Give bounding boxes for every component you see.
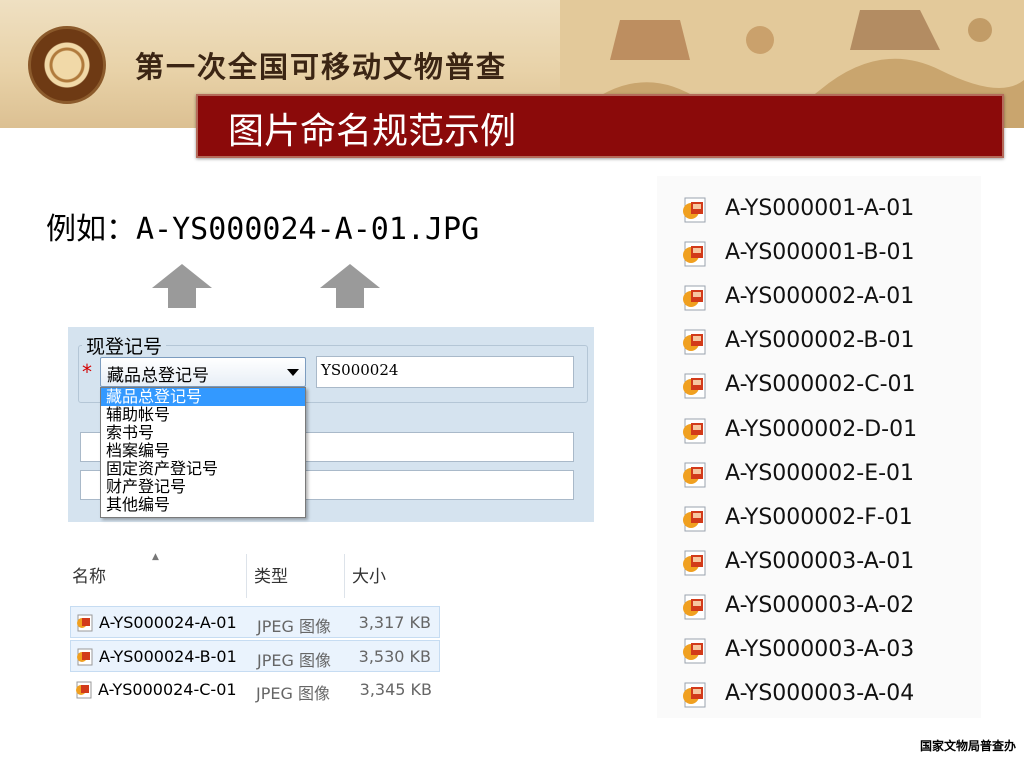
slide-title: 图片命名规范示例 (228, 111, 517, 152)
file-name: A-YS000001-B-01 (725, 240, 915, 266)
list-item[interactable]: A-YS000002-D-01 (681, 413, 977, 447)
footer-org: 国家文物局普查办 (919, 739, 1016, 753)
table-row[interactable]: A-YS000024-A-01 JPEG 图像 3,317 KB (70, 606, 440, 638)
list-item[interactable]: A-YS000003-A-04 (681, 677, 977, 711)
list-item[interactable]: A-YS000002-C-01 (681, 368, 977, 402)
image-file-icon (77, 648, 93, 666)
table-row[interactable]: A-YS000024-B-01 JPEG 图像 3,530 KB (70, 640, 440, 672)
file-name: A-YS000002-B-01 (725, 328, 915, 354)
file-name: A-YS000024-C-01 (98, 680, 237, 699)
list-item[interactable]: A-YS000001-A-01 (681, 192, 977, 226)
naming-example: 例如：A-YS000024-A-01.JPG (46, 212, 480, 247)
file-name: A-YS000002-D-01 (725, 416, 918, 442)
image-file-icon (683, 638, 706, 664)
file-name: A-YS000002-A-01 (725, 284, 915, 310)
up-arrow-icon (320, 264, 380, 308)
list-item[interactable]: A-YS000003-A-01 (681, 545, 977, 579)
file-details-table: ▲ 名称 类型 大小 A-YS000024-A-01 JPEG 图像 3,317… (68, 552, 440, 708)
registration-type-dropdown: 藏品总登记号 辅助帐号 索书号 档案编号 固定资产登记号 财产登记号 其他编号 (100, 387, 306, 518)
file-name: A-YS000002-C-01 (725, 372, 916, 398)
table-row[interactable]: A-YS000024-C-01 JPEG 图像 3,345 KB (70, 674, 440, 706)
list-item[interactable]: A-YS000002-F-01 (681, 501, 977, 535)
dropdown-option[interactable]: 辅助帐号 (101, 406, 305, 424)
file-name: A-YS000003-A-04 (725, 681, 915, 707)
image-file-icon (683, 241, 706, 267)
image-file-icon (683, 682, 706, 708)
file-type: JPEG 图像 (256, 684, 330, 703)
file-name: A-YS000003-A-03 (725, 637, 915, 662)
required-mark: * (82, 360, 92, 384)
dropdown-option[interactable]: 固定资产登记号 (101, 460, 305, 478)
registration-group-label: 现登记号 (82, 332, 167, 359)
heritage-seal-icon (28, 26, 106, 104)
file-name: A-YS000001-A-01 (725, 196, 915, 221)
up-arrow-icon (152, 264, 212, 308)
list-item[interactable]: A-YS000002-B-01 (681, 324, 977, 358)
image-file-icon (683, 285, 706, 311)
column-header-name[interactable]: 名称 (72, 562, 106, 587)
column-divider[interactable] (344, 554, 345, 598)
file-size: 3,317 KB (358, 613, 431, 632)
banner-title: 第一次全国可移动文物普查 (135, 50, 508, 84)
column-divider[interactable] (246, 554, 247, 598)
image-file-icon (683, 550, 706, 576)
file-name: A-YS000003-A-01 (725, 548, 915, 574)
list-item[interactable]: A-YS000001-B-01 (681, 236, 977, 270)
image-file-icon (683, 462, 706, 488)
file-name: A-YS000024-A-01 (99, 613, 237, 632)
registration-number-value: YS000024 (321, 361, 399, 379)
file-list: A-YS000001-A-01 A-YS000001-B-01 A-YS000002… (657, 176, 981, 718)
file-size: 3,345 KB (359, 680, 432, 699)
column-header-size[interactable]: 大小 (352, 562, 386, 587)
image-file-icon (683, 418, 706, 443)
file-type: JPEG 图像 (257, 617, 331, 636)
image-file-icon (683, 329, 706, 355)
dropdown-option[interactable]: 财产登记号 (101, 478, 305, 496)
file-name: A-YS000002-E-01 (725, 460, 915, 486)
dropdown-option[interactable]: 藏品总登记号 (101, 388, 305, 406)
chevron-down-icon[interactable] (287, 369, 299, 376)
slide-title-bar: 图片命名规范示例 (196, 94, 1004, 158)
registration-number-input[interactable]: YS000024 (316, 356, 574, 388)
list-item[interactable]: A-YS000002-A-01 (681, 280, 977, 314)
image-file-icon (76, 681, 92, 699)
image-file-icon (77, 614, 93, 632)
dropdown-option[interactable]: 索书号 (101, 424, 305, 442)
file-name: A-YS000003-A-02 (725, 592, 915, 618)
image-file-icon (683, 197, 706, 223)
file-size: 3,530 KB (358, 647, 431, 666)
list-item[interactable]: A-YS000003-A-02 (681, 589, 977, 623)
sort-ascending-icon[interactable]: ▲ (152, 552, 159, 562)
list-item[interactable]: A-YS000003-A-03 (681, 633, 977, 667)
dropdown-option[interactable]: 其他编号 (101, 496, 305, 514)
image-file-icon (683, 373, 706, 399)
file-type: JPEG 图像 (257, 651, 331, 670)
file-name: A-YS000024-B-01 (99, 647, 237, 666)
image-file-icon (683, 594, 706, 620)
list-item[interactable]: A-YS000002-E-01 (681, 457, 977, 491)
registration-type-select[interactable]: 藏品总登记号 (100, 357, 306, 387)
dropdown-option[interactable]: 档案编号 (101, 442, 305, 460)
file-name: A-YS000002-F-01 (725, 504, 913, 530)
column-header-type[interactable]: 类型 (254, 562, 288, 587)
image-file-icon (683, 506, 706, 532)
registration-type-value: 藏品总登记号 (107, 366, 209, 386)
